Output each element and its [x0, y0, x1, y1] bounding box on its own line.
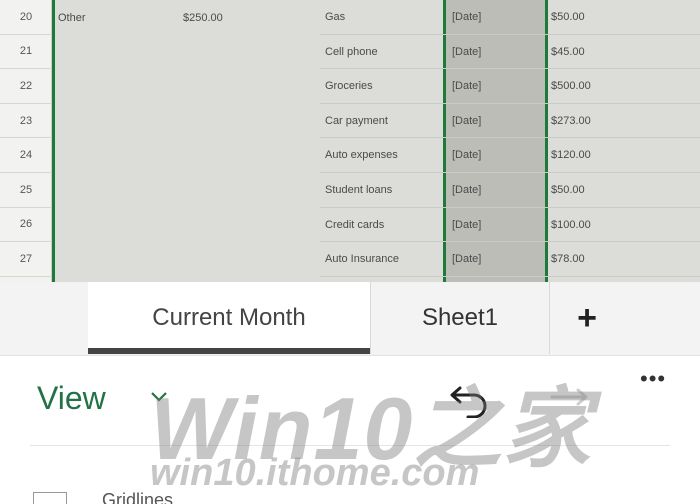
- cell-date[interactable]: [Date]: [452, 115, 481, 127]
- selection-border-amount: [545, 0, 548, 282]
- cell-amount[interactable]: $78.00: [551, 253, 585, 265]
- row-gridline: [320, 137, 700, 139]
- plus-icon: +: [577, 298, 597, 337]
- cell-amount[interactable]: $500.00: [551, 80, 591, 92]
- row-gridline: [320, 206, 700, 208]
- date-column: [446, 0, 545, 282]
- row-header[interactable]: 27: [0, 242, 52, 277]
- cell-item[interactable]: Groceries: [325, 80, 373, 92]
- row-gridline: [320, 33, 700, 35]
- sheet-tab-bar: Current Month Sheet1 +: [0, 282, 700, 356]
- cell-item[interactable]: Student loans: [325, 184, 392, 196]
- row-gridline: [320, 68, 700, 70]
- row-header[interactable]: 23: [0, 104, 52, 139]
- selection-border-date: [443, 0, 446, 282]
- more-options-button[interactable]: •••: [640, 366, 666, 392]
- row-header[interactable]: 20: [0, 0, 52, 35]
- cell-amount[interactable]: $100.00: [551, 219, 591, 231]
- cell-item[interactable]: Auto Insurance: [325, 253, 399, 265]
- cell-other-amount[interactable]: $250.00: [183, 12, 223, 24]
- tab-label: Sheet1: [421, 304, 499, 331]
- cell-item[interactable]: Credit cards: [325, 219, 384, 231]
- row-header[interactable]: 21: [0, 35, 52, 70]
- cell-item[interactable]: Car payment: [325, 115, 388, 127]
- watermark-url: win10.ithome.com: [150, 452, 480, 494]
- row-header[interactable]: 26: [0, 208, 52, 243]
- row-gridline: [320, 275, 700, 277]
- row-header[interactable]: 24: [0, 138, 52, 173]
- cell-amount[interactable]: $45.00: [551, 46, 585, 58]
- cell-date[interactable]: [Date]: [452, 253, 481, 265]
- cell-item[interactable]: Cell phone: [325, 46, 378, 58]
- cell-date[interactable]: [Date]: [452, 184, 481, 196]
- tab-sheet1[interactable]: Sheet1: [371, 282, 549, 354]
- tab-label: Current Month: [152, 304, 306, 331]
- row-gridline: [320, 172, 700, 173]
- cell-date[interactable]: [Date]: [452, 219, 481, 231]
- row-gridline: [320, 102, 700, 104]
- tab-current-month[interactable]: Current Month: [88, 282, 370, 354]
- row-gridline: [320, 241, 700, 243]
- gridlines-checkbox[interactable]: [33, 492, 67, 504]
- cell-amount[interactable]: $50.00: [551, 11, 585, 23]
- add-sheet-button[interactable]: +: [550, 282, 624, 354]
- cell-item[interactable]: Gas: [325, 11, 345, 23]
- cell-date[interactable]: [Date]: [452, 11, 481, 23]
- cell-amount[interactable]: $120.00: [551, 149, 591, 161]
- cell-amount[interactable]: $50.00: [551, 184, 585, 196]
- cell-date[interactable]: [Date]: [452, 149, 481, 161]
- cell-date[interactable]: [Date]: [452, 80, 481, 92]
- cell-other-label[interactable]: Other: [58, 12, 86, 24]
- row-header[interactable]: 22: [0, 69, 52, 104]
- cell-item[interactable]: Auto expenses: [325, 149, 398, 161]
- row-headers: 20 21 22 23 24 25 26 27: [0, 0, 52, 282]
- cell-date[interactable]: [Date]: [452, 46, 481, 58]
- cell-amount[interactable]: $273.00: [551, 115, 591, 127]
- spreadsheet-grid[interactable]: 20 21 22 23 24 25 26 27 Other $250.00 Gas [Date]…: [0, 0, 700, 282]
- row-header[interactable]: 25: [0, 173, 52, 208]
- selection-border-left: [52, 0, 55, 282]
- ribbon-tab-view[interactable]: View: [37, 380, 106, 417]
